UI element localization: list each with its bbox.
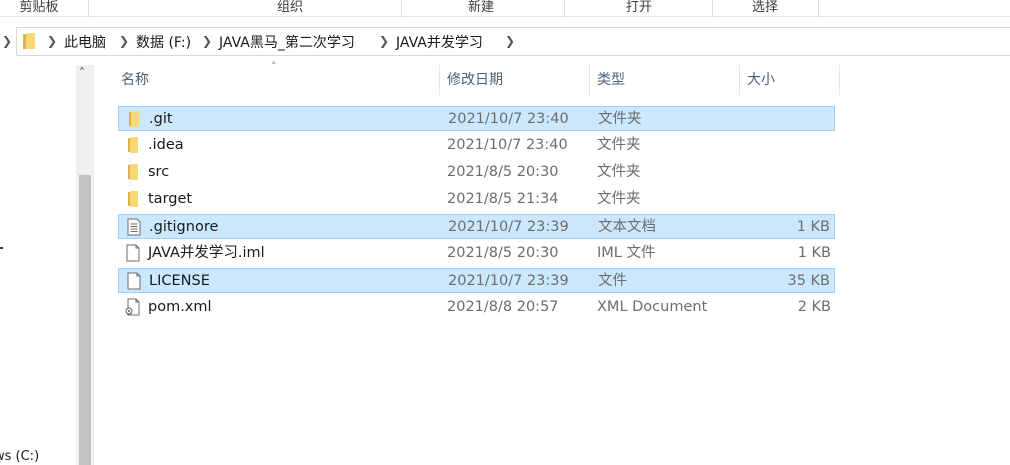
file-date-modified: 2021/8/5 20:30 [447,245,559,261]
folder-icon [124,190,142,208]
file-size: 2 KB [797,299,831,315]
column-header-name[interactable]: 名称 [113,65,439,95]
ribbon-group-select: 选择 [751,0,778,15]
ribbon-group-new: 新建 [467,0,494,15]
file-row[interactable]: JAVA并发学习.iml 2021/8/5 20:30 IML 文件 1 KB [118,241,835,266]
file-date-modified: 2021/8/5 21:34 [447,191,559,207]
file-date-modified: 2021/10/7 23:40 [447,137,568,153]
blank-file-icon [124,244,142,262]
file-date-modified: 2021/8/5 20:30 [447,164,559,180]
file-row[interactable]: .gitignore 2021/10/7 23:39 文本文档 1 KB [118,214,835,239]
column-divider[interactable] [839,65,840,95]
file-name[interactable]: pom.xml [148,295,212,320]
file-name[interactable]: target [148,187,192,212]
column-header-date-modified[interactable]: 修改日期 [439,65,589,95]
breadcrumb-separator-icon[interactable]: ❯ [379,34,389,48]
file-row[interactable]: pom.xml 2021/8/8 20:57 XML Document 2 KB [118,295,835,320]
breadcrumb-separator-icon[interactable]: ❯ [47,34,57,48]
file-type: 文件夹 [597,191,641,207]
nav-item-drive-c[interactable]: ws (C:) [0,449,39,464]
breadcrumb-separator-icon[interactable]: ❯ [505,34,515,48]
file-name[interactable]: LICENSE [149,269,210,294]
nav-pane-scrollbar-thumb[interactable] [79,175,91,465]
ribbon-divider [88,0,89,17]
file-type: 文件 [598,273,627,289]
ribbon-divider [401,0,402,17]
scroll-up-chevron-icon[interactable]: ˄ [79,66,85,80]
column-header-type[interactable]: 类型 [589,65,739,95]
nav-pane-scrollbar[interactable]: ˄ [76,65,94,465]
file-name[interactable]: .idea [148,133,184,158]
file-row[interactable]: .git 2021/10/7 23:40 文件夹 [118,106,835,131]
column-header-size[interactable]: 大小 [739,65,839,95]
recent-locations-chevron-icon[interactable]: ❯ [2,34,12,48]
file-type: 文件夹 [597,164,641,180]
file-size: 1 KB [797,245,831,261]
xml-file-icon [124,298,142,316]
ribbon-group-organize: 组织 [276,0,303,15]
breadcrumb-this-pc[interactable]: 此电脑 [64,32,106,52]
file-date-modified: 2021/10/7 23:40 [448,111,569,127]
file-name[interactable]: src [148,160,169,185]
file-size: 1 KB [796,219,830,235]
ribbon-group-clipboard: 剪贴板 [19,0,59,15]
file-date-modified: 2021/10/7 23:39 [448,219,569,235]
file-type: 文本文档 [598,219,656,235]
address-bar[interactable]: ❯ ❯ 此电脑 ❯ 数据 (F:) ❯ JAVA黑马_第二次学习 ❯ JAVA并… [0,27,1010,57]
file-name[interactable]: JAVA并发学习.iml [148,241,265,266]
text-document-icon [125,218,143,236]
file-row[interactable]: src 2021/8/5 20:30 文件夹 [118,160,835,185]
folder-icon [124,136,142,154]
file-row[interactable]: .idea 2021/10/7 23:40 文件夹 [118,133,835,158]
folder-icon [125,110,143,128]
file-type: IML 文件 [597,245,656,261]
folder-icon [23,33,35,49]
file-name[interactable]: .gitignore [149,215,218,240]
file-type: 文件夹 [597,137,641,153]
ribbon-group-labels: 剪贴板 组织 新建 打开 选择 [0,0,1010,17]
ribbon-divider [564,0,565,17]
nav-pane-expand-marker [0,247,3,249]
breadcrumb-java-heima[interactable]: JAVA黑马_第二次学习 [219,32,355,52]
ribbon-group-open: 打开 [625,0,652,15]
file-type: 文件夹 [598,111,642,127]
folder-icon [124,163,142,181]
blank-file-icon [125,272,143,290]
breadcrumb-separator-icon[interactable]: ❯ [119,34,129,48]
file-size: 35 KB [787,273,830,289]
breadcrumb-drive-f[interactable]: 数据 (F:) [136,32,191,52]
ribbon-divider [818,0,819,17]
file-name[interactable]: .git [149,107,173,132]
file-date-modified: 2021/8/8 20:57 [447,299,559,315]
breadcrumb-java-concurrency[interactable]: JAVA并发学习 [396,32,483,52]
file-row[interactable]: target 2021/8/5 21:34 文件夹 [118,187,835,212]
file-date-modified: 2021/10/7 23:39 [448,273,569,289]
breadcrumb-separator-icon[interactable]: ❯ [202,34,212,48]
file-row[interactable]: LICENSE 2021/10/7 23:39 文件 35 KB [118,268,835,293]
file-type: XML Document [597,299,708,315]
